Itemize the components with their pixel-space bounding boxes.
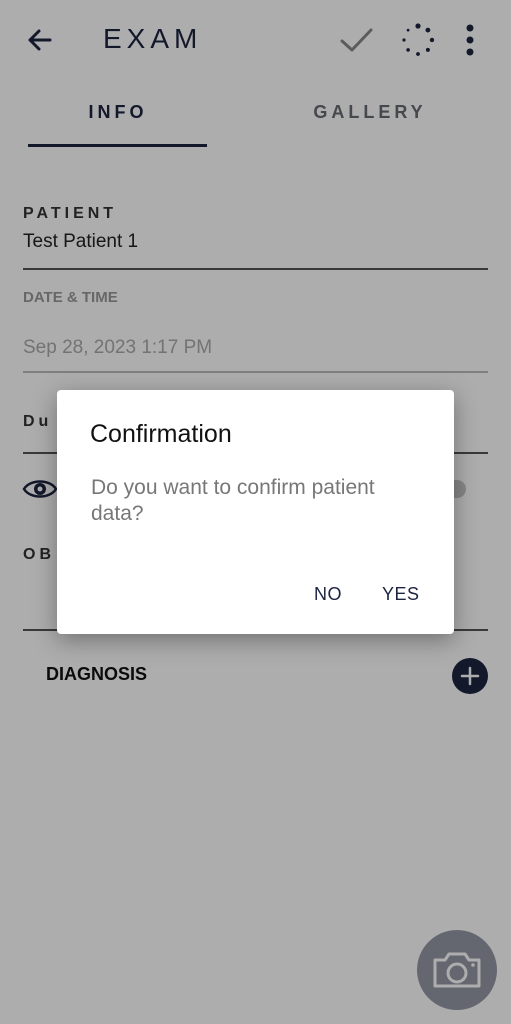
dialog-title: Confirmation [90,420,232,448]
yes-button[interactable]: YES [382,584,420,605]
confirmation-dialog: Confirmation Do you want to confirm pati… [57,390,454,634]
dialog-message: Do you want to confirm patient data? [91,476,375,525]
no-button[interactable]: NO [314,584,342,605]
